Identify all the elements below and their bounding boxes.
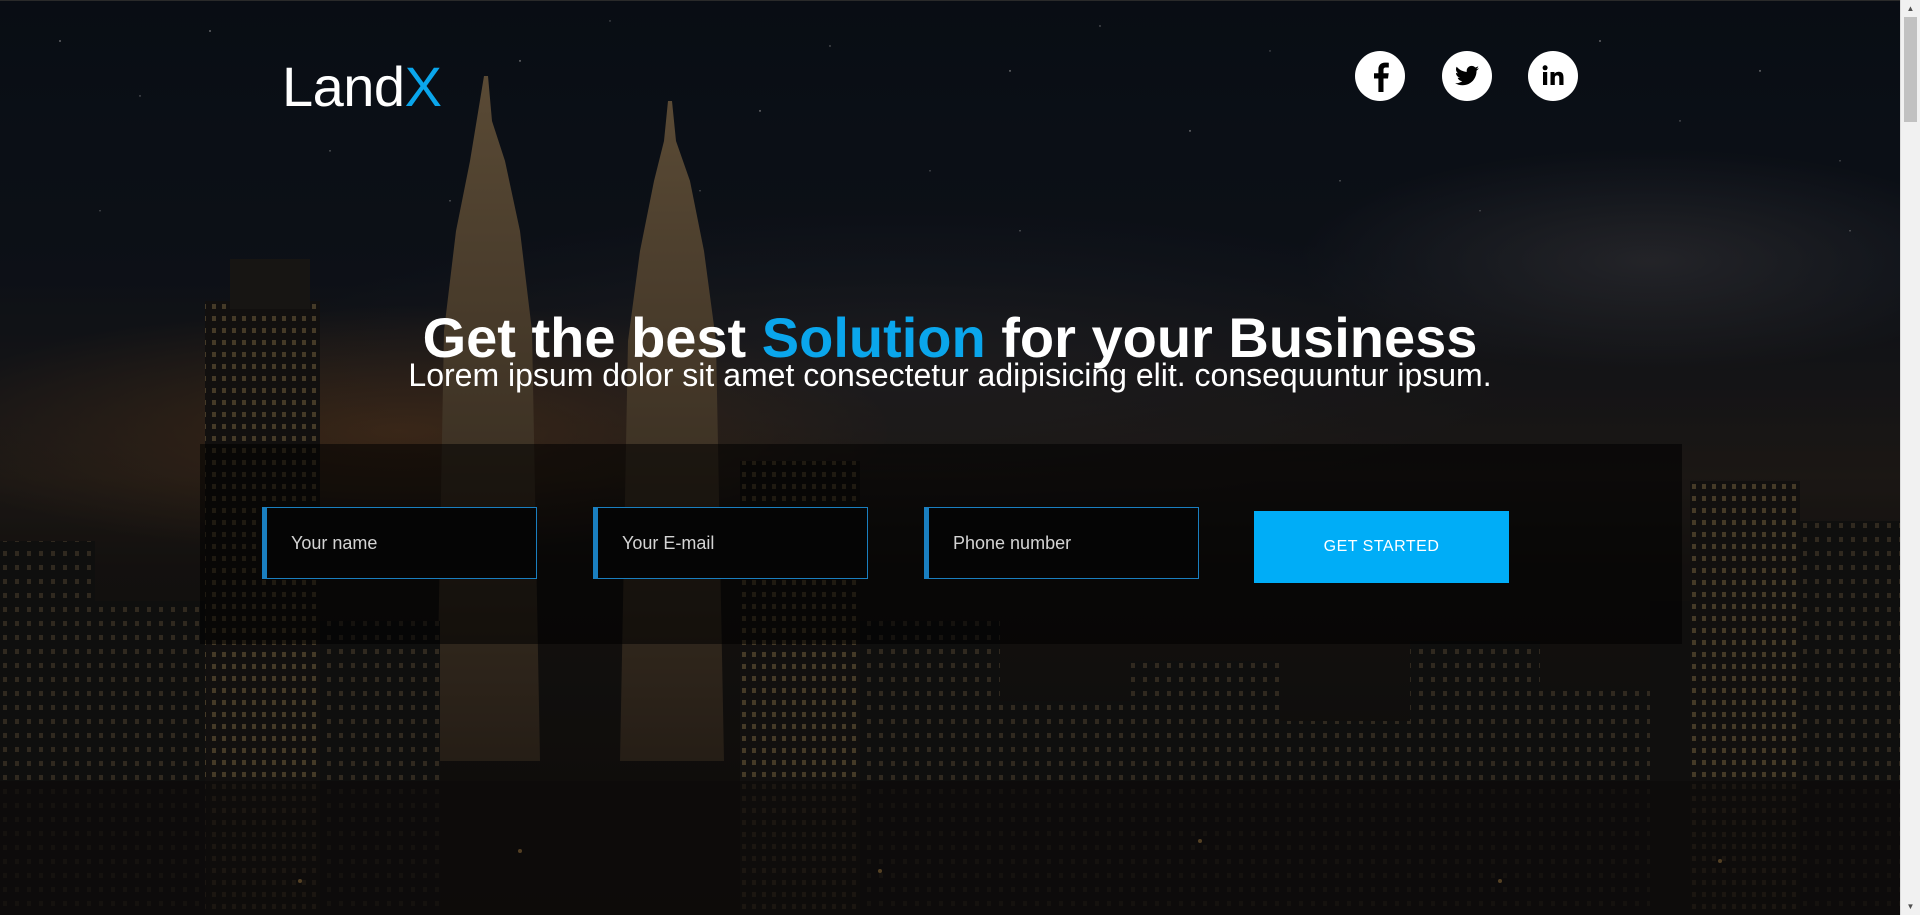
linkedin-icon (1528, 51, 1578, 101)
hero-subtitle: Lorem ipsum dolor sit amet consectetur a… (408, 357, 1492, 393)
email-input[interactable] (593, 507, 868, 579)
twitter-icon (1442, 51, 1492, 101)
name-input[interactable] (262, 507, 537, 579)
facebook-icon (1355, 51, 1405, 101)
scrollbar-thumb[interactable] (1904, 17, 1917, 122)
logo[interactable]: LandX (282, 59, 442, 115)
logo-accent: X (404, 55, 442, 118)
scroll-down-arrow-icon[interactable]: ▼ (1901, 898, 1920, 915)
page-viewport: LandX Get the best Solution for your Bus… (0, 0, 1900, 915)
site-header: LandX (0, 1, 1900, 141)
scroll-up-arrow-icon[interactable]: ▲ (1901, 0, 1920, 17)
twitter-link[interactable] (1442, 51, 1492, 101)
facebook-link[interactable] (1355, 51, 1405, 101)
linkedin-link[interactable] (1528, 51, 1578, 101)
phone-input[interactable] (924, 507, 1199, 579)
vertical-scrollbar[interactable]: ▲ ▼ (1900, 0, 1920, 915)
logo-text: Land (282, 55, 405, 118)
get-started-button[interactable]: GET STARTED (1254, 511, 1509, 583)
